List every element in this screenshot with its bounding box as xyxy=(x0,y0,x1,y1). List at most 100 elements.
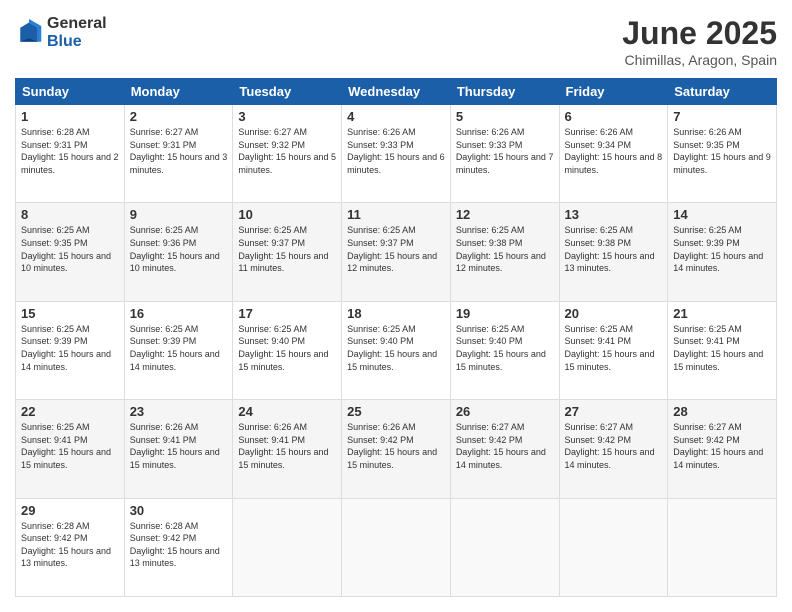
table-row: 19 Sunrise: 6:25 AM Sunset: 9:40 PM Dayl… xyxy=(450,301,559,399)
cell-info: Sunrise: 6:25 AM Sunset: 9:36 PM Dayligh… xyxy=(130,224,228,274)
cell-info: Sunrise: 6:26 AM Sunset: 9:33 PM Dayligh… xyxy=(456,126,554,176)
day-number: 28 xyxy=(673,404,771,419)
table-row: 20 Sunrise: 6:25 AM Sunset: 9:41 PM Dayl… xyxy=(559,301,668,399)
day-number: 25 xyxy=(347,404,445,419)
logo-general: General xyxy=(47,15,107,33)
table-row: 26 Sunrise: 6:27 AM Sunset: 9:42 PM Dayl… xyxy=(450,400,559,498)
day-number: 19 xyxy=(456,306,554,321)
table-row xyxy=(342,498,451,596)
day-number: 18 xyxy=(347,306,445,321)
cell-info: Sunrise: 6:27 AM Sunset: 9:31 PM Dayligh… xyxy=(130,126,228,176)
col-tuesday: Tuesday xyxy=(233,79,342,105)
day-number: 7 xyxy=(673,109,771,124)
cell-info: Sunrise: 6:27 AM Sunset: 9:32 PM Dayligh… xyxy=(238,126,336,176)
day-number: 23 xyxy=(130,404,228,419)
table-row: 27 Sunrise: 6:27 AM Sunset: 9:42 PM Dayl… xyxy=(559,400,668,498)
cell-info: Sunrise: 6:27 AM Sunset: 9:42 PM Dayligh… xyxy=(456,421,554,471)
table-row: 14 Sunrise: 6:25 AM Sunset: 9:39 PM Dayl… xyxy=(668,203,777,301)
day-number: 17 xyxy=(238,306,336,321)
table-row: 6 Sunrise: 6:26 AM Sunset: 9:34 PM Dayli… xyxy=(559,105,668,203)
day-number: 30 xyxy=(130,503,228,518)
header: General Blue June 2025 Chimillas, Aragon… xyxy=(15,15,777,68)
table-row: 11 Sunrise: 6:25 AM Sunset: 9:37 PM Dayl… xyxy=(342,203,451,301)
table-row: 3 Sunrise: 6:27 AM Sunset: 9:32 PM Dayli… xyxy=(233,105,342,203)
month-title: June 2025 xyxy=(622,15,777,52)
table-row xyxy=(450,498,559,596)
table-row: 18 Sunrise: 6:25 AM Sunset: 9:40 PM Dayl… xyxy=(342,301,451,399)
cell-info: Sunrise: 6:26 AM Sunset: 9:41 PM Dayligh… xyxy=(130,421,228,471)
cell-info: Sunrise: 6:25 AM Sunset: 9:41 PM Dayligh… xyxy=(21,421,119,471)
day-number: 24 xyxy=(238,404,336,419)
logo-blue: Blue xyxy=(47,33,107,51)
day-number: 26 xyxy=(456,404,554,419)
cell-info: Sunrise: 6:25 AM Sunset: 9:41 PM Dayligh… xyxy=(565,323,663,373)
table-row: 30 Sunrise: 6:28 AM Sunset: 9:42 PM Dayl… xyxy=(124,498,233,596)
cell-info: Sunrise: 6:25 AM Sunset: 9:35 PM Dayligh… xyxy=(21,224,119,274)
cell-info: Sunrise: 6:25 AM Sunset: 9:38 PM Dayligh… xyxy=(456,224,554,274)
table-row: 2 Sunrise: 6:27 AM Sunset: 9:31 PM Dayli… xyxy=(124,105,233,203)
cell-info: Sunrise: 6:27 AM Sunset: 9:42 PM Dayligh… xyxy=(565,421,663,471)
calendar-week-row: 8 Sunrise: 6:25 AM Sunset: 9:35 PM Dayli… xyxy=(16,203,777,301)
table-row: 25 Sunrise: 6:26 AM Sunset: 9:42 PM Dayl… xyxy=(342,400,451,498)
table-row: 17 Sunrise: 6:25 AM Sunset: 9:40 PM Dayl… xyxy=(233,301,342,399)
day-number: 2 xyxy=(130,109,228,124)
table-row: 16 Sunrise: 6:25 AM Sunset: 9:39 PM Dayl… xyxy=(124,301,233,399)
col-thursday: Thursday xyxy=(450,79,559,105)
day-number: 10 xyxy=(238,207,336,222)
cell-info: Sunrise: 6:25 AM Sunset: 9:39 PM Dayligh… xyxy=(130,323,228,373)
table-row xyxy=(559,498,668,596)
cell-info: Sunrise: 6:25 AM Sunset: 9:39 PM Dayligh… xyxy=(21,323,119,373)
table-row: 12 Sunrise: 6:25 AM Sunset: 9:38 PM Dayl… xyxy=(450,203,559,301)
cell-info: Sunrise: 6:25 AM Sunset: 9:38 PM Dayligh… xyxy=(565,224,663,274)
day-number: 14 xyxy=(673,207,771,222)
day-number: 5 xyxy=(456,109,554,124)
table-row xyxy=(233,498,342,596)
cell-info: Sunrise: 6:25 AM Sunset: 9:37 PM Dayligh… xyxy=(347,224,445,274)
table-row: 10 Sunrise: 6:25 AM Sunset: 9:37 PM Dayl… xyxy=(233,203,342,301)
table-row: 5 Sunrise: 6:26 AM Sunset: 9:33 PM Dayli… xyxy=(450,105,559,203)
cell-info: Sunrise: 6:26 AM Sunset: 9:33 PM Dayligh… xyxy=(347,126,445,176)
day-number: 27 xyxy=(565,404,663,419)
day-number: 20 xyxy=(565,306,663,321)
calendar-week-row: 29 Sunrise: 6:28 AM Sunset: 9:42 PM Dayl… xyxy=(16,498,777,596)
calendar-header-row: Sunday Monday Tuesday Wednesday Thursday… xyxy=(16,79,777,105)
cell-info: Sunrise: 6:27 AM Sunset: 9:42 PM Dayligh… xyxy=(673,421,771,471)
cell-info: Sunrise: 6:26 AM Sunset: 9:41 PM Dayligh… xyxy=(238,421,336,471)
cell-info: Sunrise: 6:25 AM Sunset: 9:40 PM Dayligh… xyxy=(238,323,336,373)
table-row: 23 Sunrise: 6:26 AM Sunset: 9:41 PM Dayl… xyxy=(124,400,233,498)
col-saturday: Saturday xyxy=(668,79,777,105)
title-section: June 2025 Chimillas, Aragon, Spain xyxy=(622,15,777,68)
day-number: 4 xyxy=(347,109,445,124)
col-monday: Monday xyxy=(124,79,233,105)
table-row: 29 Sunrise: 6:28 AM Sunset: 9:42 PM Dayl… xyxy=(16,498,125,596)
cell-info: Sunrise: 6:26 AM Sunset: 9:34 PM Dayligh… xyxy=(565,126,663,176)
day-number: 29 xyxy=(21,503,119,518)
cell-info: Sunrise: 6:28 AM Sunset: 9:42 PM Dayligh… xyxy=(130,520,228,570)
cell-info: Sunrise: 6:25 AM Sunset: 9:40 PM Dayligh… xyxy=(347,323,445,373)
table-row: 7 Sunrise: 6:26 AM Sunset: 9:35 PM Dayli… xyxy=(668,105,777,203)
day-number: 1 xyxy=(21,109,119,124)
table-row: 15 Sunrise: 6:25 AM Sunset: 9:39 PM Dayl… xyxy=(16,301,125,399)
day-number: 3 xyxy=(238,109,336,124)
cell-info: Sunrise: 6:25 AM Sunset: 9:40 PM Dayligh… xyxy=(456,323,554,373)
location: Chimillas, Aragon, Spain xyxy=(622,52,777,68)
col-wednesday: Wednesday xyxy=(342,79,451,105)
logo: General Blue xyxy=(15,15,107,50)
table-row: 22 Sunrise: 6:25 AM Sunset: 9:41 PM Dayl… xyxy=(16,400,125,498)
calendar-table: Sunday Monday Tuesday Wednesday Thursday… xyxy=(15,78,777,597)
day-number: 11 xyxy=(347,207,445,222)
table-row: 24 Sunrise: 6:26 AM Sunset: 9:41 PM Dayl… xyxy=(233,400,342,498)
day-number: 15 xyxy=(21,306,119,321)
day-number: 22 xyxy=(21,404,119,419)
day-number: 21 xyxy=(673,306,771,321)
logo-text: General Blue xyxy=(47,15,107,50)
table-row xyxy=(668,498,777,596)
cell-info: Sunrise: 6:26 AM Sunset: 9:42 PM Dayligh… xyxy=(347,421,445,471)
cell-info: Sunrise: 6:25 AM Sunset: 9:37 PM Dayligh… xyxy=(238,224,336,274)
calendar-week-row: 22 Sunrise: 6:25 AM Sunset: 9:41 PM Dayl… xyxy=(16,400,777,498)
cell-info: Sunrise: 6:25 AM Sunset: 9:39 PM Dayligh… xyxy=(673,224,771,274)
table-row: 28 Sunrise: 6:27 AM Sunset: 9:42 PM Dayl… xyxy=(668,400,777,498)
page: General Blue June 2025 Chimillas, Aragon… xyxy=(0,0,792,612)
cell-info: Sunrise: 6:26 AM Sunset: 9:35 PM Dayligh… xyxy=(673,126,771,176)
cell-info: Sunrise: 6:28 AM Sunset: 9:42 PM Dayligh… xyxy=(21,520,119,570)
